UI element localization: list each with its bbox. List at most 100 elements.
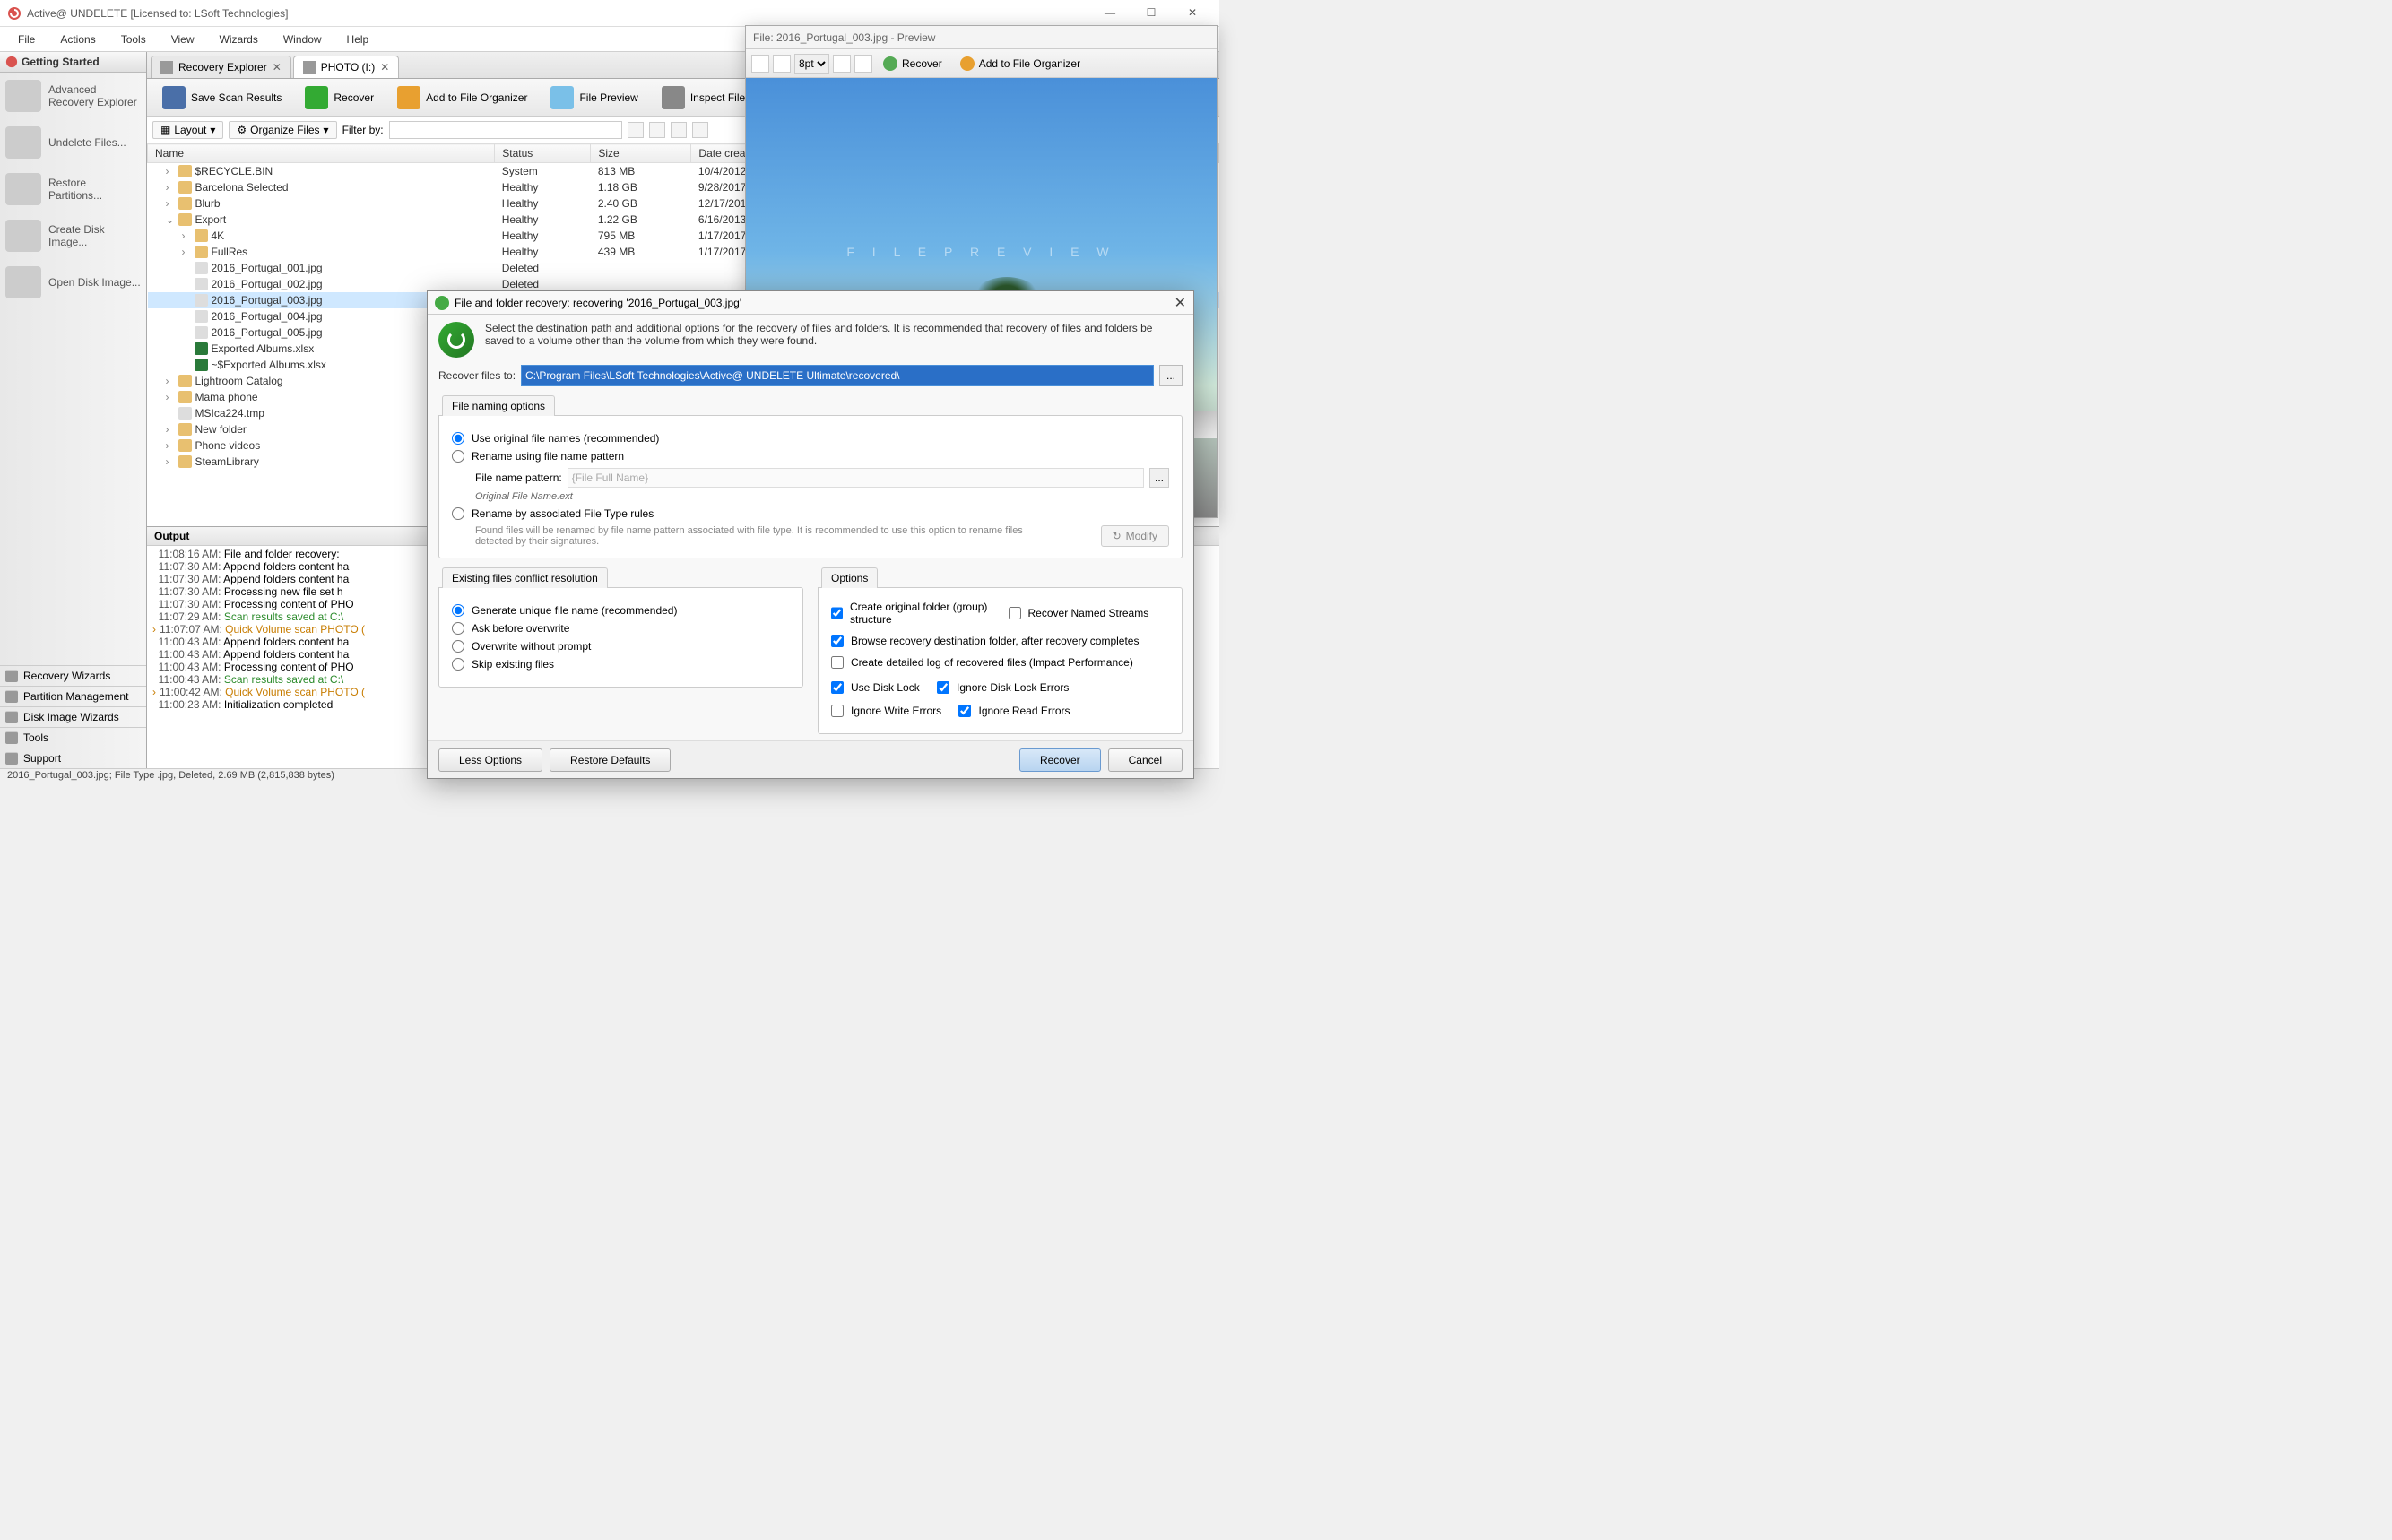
tab-0[interactable]: Recovery Explorer✕ (151, 56, 291, 78)
sidebar-bottom-4[interactable]: Support (0, 748, 146, 768)
filter-tool3-icon[interactable] (692, 122, 708, 138)
dialog-title-bar: File and folder recovery: recovering '20… (428, 291, 1193, 315)
sidebar-item-label: Open Disk Image... (48, 276, 141, 289)
file-preview-button[interactable]: File Preview (541, 82, 647, 114)
menu-tools[interactable]: Tools (108, 30, 159, 49)
generic-icon (195, 326, 208, 339)
sidebar-header[interactable]: Getting Started (0, 52, 146, 73)
tab-close-icon[interactable]: ✕ (380, 61, 389, 74)
menu-wizards[interactable]: Wizards (207, 30, 271, 49)
fit-button[interactable] (833, 55, 851, 73)
expand-icon[interactable]: › (166, 391, 175, 403)
sidebar-item-1[interactable]: Undelete Files... (0, 119, 146, 166)
expand-icon[interactable]: › (166, 165, 175, 177)
recover-confirm-button[interactable]: Recover (1019, 748, 1101, 772)
organize-dropdown[interactable]: ⚙Organize Files▾ (229, 121, 336, 139)
menu-file[interactable]: File (5, 30, 48, 49)
ignore-read-check[interactable] (958, 705, 971, 717)
file-name: Barcelona Selected (195, 181, 289, 194)
layout-dropdown[interactable]: ▦Layout▾ (152, 121, 223, 139)
folder-structure-check[interactable] (831, 607, 843, 619)
sidebar-bottom-1[interactable]: Partition Management (0, 686, 146, 706)
sidebar-item-label: Create Disk Image... (48, 223, 141, 249)
zoom-button[interactable] (854, 55, 872, 73)
column-header[interactable]: Name (148, 144, 495, 163)
filter-tool2-icon[interactable] (671, 122, 687, 138)
less-options-button[interactable]: Less Options (438, 748, 542, 772)
menu-help[interactable]: Help (334, 30, 382, 49)
sidebar-item-3[interactable]: Create Disk Image... (0, 212, 146, 259)
expand-icon[interactable]: › (166, 455, 175, 468)
expand-icon[interactable]: › (166, 439, 175, 452)
preview-add-organizer-button[interactable]: Add to File Organizer (953, 55, 1088, 73)
icon-view-button[interactable] (751, 55, 769, 73)
file-name: FullRes (212, 246, 248, 258)
preview-recover-button[interactable]: Recover (876, 55, 949, 73)
conflict-tab[interactable]: Existing files conflict resolution (442, 567, 608, 588)
minimize-button[interactable]: ― (1090, 1, 1130, 26)
sidebar-bottom-3[interactable]: Tools (0, 727, 146, 748)
file-name: Phone videos (195, 439, 261, 452)
menu-window[interactable]: Window (271, 30, 334, 49)
naming-tab[interactable]: File naming options (442, 395, 555, 416)
browse-after-check[interactable] (831, 635, 844, 647)
pattern-browse-button[interactable]: ... (1149, 468, 1169, 488)
pattern-input[interactable] (568, 468, 1144, 488)
ignore-write-check[interactable] (831, 705, 844, 717)
named-streams-check[interactable] (1009, 607, 1021, 619)
disk-lock-check[interactable] (831, 681, 844, 694)
overwrite-radio[interactable] (452, 640, 464, 653)
organize-icon: ⚙ (237, 124, 247, 136)
expand-icon[interactable]: › (182, 246, 191, 258)
menu-view[interactable]: View (159, 30, 207, 49)
recover-button[interactable]: Recover (295, 82, 384, 114)
close-button[interactable]: ✕ (1173, 1, 1212, 26)
sidebar-item-4[interactable]: Open Disk Image... (0, 259, 146, 306)
maximize-button[interactable]: ☐ (1131, 1, 1171, 26)
column-header[interactable]: Status (495, 144, 591, 163)
ask-overwrite-radio[interactable] (452, 622, 464, 635)
add-to-organizer-button[interactable]: Add to File Organizer (387, 82, 537, 114)
sidebar-item-2[interactable]: Restore Partitions... (0, 166, 146, 212)
generic-icon (195, 262, 208, 274)
ignore-lock-check[interactable] (937, 681, 949, 694)
sidebar-bottom-icon (5, 731, 18, 744)
sidebar-item-0[interactable]: Advanced Recovery Explorer (0, 73, 146, 119)
browse-button[interactable]: ... (1159, 365, 1183, 386)
expand-icon[interactable]: › (166, 423, 175, 436)
detailed-log-check[interactable] (831, 656, 844, 669)
skip-radio[interactable] (452, 658, 464, 671)
column-header[interactable]: Size (591, 144, 691, 163)
organizer-icon (397, 86, 420, 109)
tab-1[interactable]: PHOTO (I:)✕ (293, 56, 400, 78)
cancel-button[interactable]: Cancel (1108, 748, 1183, 772)
recover-to-input[interactable] (521, 365, 1154, 386)
file-name: 4K (212, 229, 225, 242)
sidebar-item-label: Undelete Files... (48, 136, 126, 149)
menu-actions[interactable]: Actions (48, 30, 108, 49)
sidebar-bottom-0[interactable]: Recovery Wizards (0, 665, 146, 686)
expand-icon[interactable]: › (166, 375, 175, 387)
filter-input[interactable] (389, 121, 622, 139)
filter-tool-icon[interactable] (649, 122, 665, 138)
modify-button[interactable]: ↻Modify (1101, 525, 1169, 547)
save-scan-button[interactable]: Save Scan Results (152, 82, 291, 114)
restore-defaults-button[interactable]: Restore Defaults (550, 748, 671, 772)
rename-by-type-radio[interactable] (452, 507, 464, 520)
folder-icon (178, 455, 192, 468)
original-names-radio[interactable] (452, 432, 464, 445)
expand-icon[interactable]: › (182, 229, 191, 242)
dialog-close-button[interactable]: ✕ (1174, 294, 1186, 312)
unique-name-radio[interactable] (452, 604, 464, 617)
expand-icon[interactable]: ⌄ (166, 213, 175, 226)
font-size-select[interactable]: 8pt (794, 54, 829, 74)
tab-close-icon[interactable]: ✕ (273, 61, 282, 74)
file-name: 2016_Portugal_003.jpg (212, 294, 323, 307)
find-icon[interactable] (628, 122, 644, 138)
options-tab[interactable]: Options (821, 567, 878, 588)
expand-icon[interactable]: › (166, 181, 175, 194)
sidebar-bottom-2[interactable]: Disk Image Wizards (0, 706, 146, 727)
expand-icon[interactable]: › (166, 197, 175, 210)
rename-pattern-radio[interactable] (452, 450, 464, 463)
hex-view-button[interactable] (773, 55, 791, 73)
